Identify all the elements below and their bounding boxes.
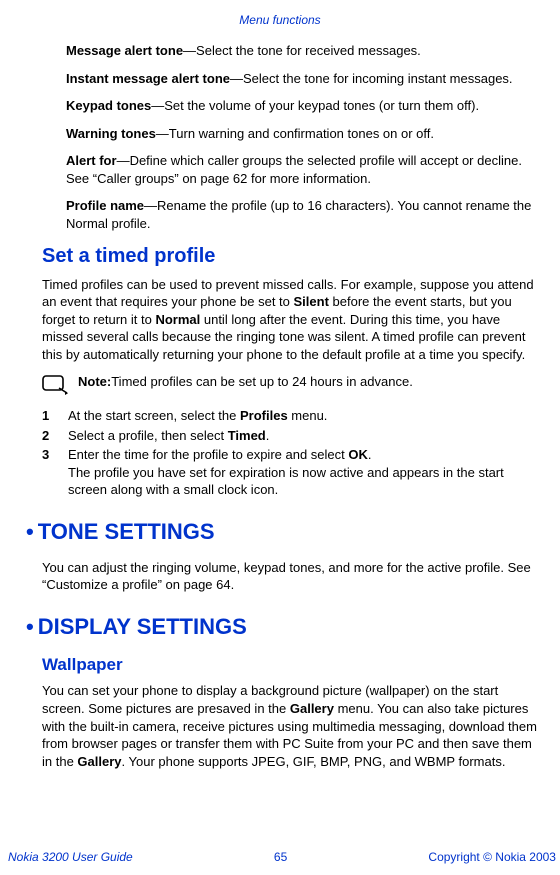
header-title: Menu functions — [239, 13, 320, 27]
item-message-alert-tone: Message alert tone—Select the tone for r… — [66, 42, 538, 60]
heading-text: DISPLAY SETTINGS — [38, 614, 247, 639]
term: Keypad tones — [66, 98, 151, 113]
item-keypad-tones: Keypad tones—Set the volume of your keyp… — [66, 97, 538, 115]
desc: —Turn warning and confirmation tones on … — [156, 126, 434, 141]
step-2: 2 Select a profile, then select Timed. — [42, 427, 538, 445]
step-1: 1 At the start screen, select the Profil… — [42, 407, 538, 425]
step-body: Select a profile, then select Timed. — [68, 427, 538, 445]
note-icon — [42, 375, 68, 395]
heading-text: TONE SETTINGS — [38, 519, 215, 544]
term: Warning tones — [66, 126, 156, 141]
text-bold: Gallery — [290, 701, 334, 716]
text-bold: Gallery — [77, 754, 121, 769]
term: Message alert tone — [66, 43, 183, 58]
timed-profile-description: Timed profiles can be used to prevent mi… — [42, 276, 538, 364]
note-block: Note:Timed profiles can be set up to 24 … — [42, 373, 538, 395]
text-bold: Profiles — [240, 408, 288, 423]
footer-guide-name: Nokia 3200 User Guide — [8, 849, 133, 865]
desc: —Select the tone for incoming instant me… — [230, 71, 513, 86]
footer-copyright: Copyright © Nokia 2003 — [428, 849, 556, 865]
item-alert-for: Alert for—Define which caller groups the… — [66, 152, 538, 187]
text: menu. — [288, 408, 328, 423]
wallpaper-description: You can set your phone to display a back… — [42, 682, 538, 770]
footer-page-number: 65 — [274, 849, 287, 865]
note-label: Note: — [78, 374, 111, 389]
heading-tone-settings: •TONE SETTINGS — [26, 517, 542, 547]
text-bold: Timed — [228, 428, 266, 443]
text-bold: Normal — [155, 312, 200, 327]
text: Select a profile, then select — [68, 428, 228, 443]
step-followup: The profile you have set for expiration … — [68, 464, 538, 499]
timed-profile-steps: 1 At the start screen, select the Profil… — [42, 407, 538, 499]
step-number: 2 — [42, 427, 54, 445]
text-bold: Silent — [294, 294, 329, 309]
item-instant-message-alert-tone: Instant message alert tone—Select the to… — [66, 70, 538, 88]
page-footer: Nokia 3200 User Guide 65 Copyright © Nok… — [0, 849, 560, 865]
step-body: Enter the time for the profile to expire… — [68, 446, 538, 499]
term: Instant message alert tone — [66, 71, 230, 86]
item-profile-name: Profile name—Rename the profile (up to 1… — [66, 197, 538, 232]
note-body: Timed profiles can be set up to 24 hours… — [111, 374, 413, 389]
page-header: Menu functions — [18, 12, 542, 28]
term: Profile name — [66, 198, 144, 213]
text: . — [266, 428, 270, 443]
step-3: 3 Enter the time for the profile to expi… — [42, 446, 538, 499]
heading-display-settings: •DISPLAY SETTINGS — [26, 612, 542, 642]
tone-settings-description: You can adjust the ringing volume, keypa… — [42, 559, 538, 594]
term: Alert for — [66, 153, 117, 168]
item-warning-tones: Warning tones—Turn warning and confirmat… — [66, 125, 538, 143]
desc: —Set the volume of your keypad tones (or… — [151, 98, 479, 113]
bullet-icon: • — [26, 519, 34, 544]
profile-options: Message alert tone—Select the tone for r… — [66, 42, 538, 232]
heading-set-timed-profile: Set a timed profile — [42, 243, 542, 270]
desc: —Define which caller groups the selected… — [66, 153, 522, 186]
text: . — [368, 447, 372, 462]
text: Enter the time for the profile to expire… — [68, 447, 348, 462]
bullet-icon: • — [26, 614, 34, 639]
note-text: Note:Timed profiles can be set up to 24 … — [78, 373, 413, 391]
step-body: At the start screen, select the Profiles… — [68, 407, 538, 425]
desc: —Select the tone for received messages. — [183, 43, 421, 58]
step-number: 1 — [42, 407, 54, 425]
heading-wallpaper: Wallpaper — [42, 654, 542, 677]
text: At the start screen, select the — [68, 408, 240, 423]
text: . Your phone supports JPEG, GIF, BMP, PN… — [122, 754, 506, 769]
step-number: 3 — [42, 446, 54, 499]
text-bold: OK — [348, 447, 368, 462]
